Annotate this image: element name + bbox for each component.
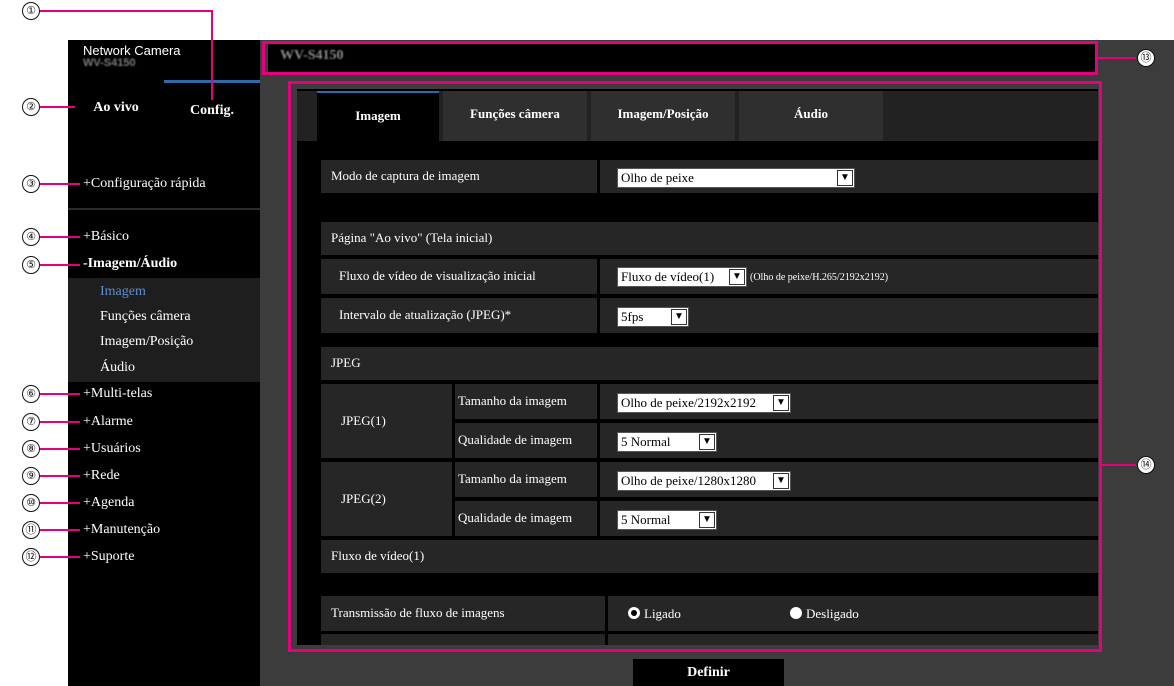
callout-2: ② bbox=[22, 98, 40, 116]
callout-4: ④ bbox=[22, 228, 40, 246]
set-button[interactable]: Definir bbox=[633, 659, 784, 686]
callout-line bbox=[40, 236, 80, 238]
callout-10: ⑩ bbox=[22, 494, 40, 512]
brand-model: WV-S4150 bbox=[83, 57, 136, 69]
callout-box-title bbox=[262, 41, 1098, 75]
callout-line bbox=[40, 264, 80, 266]
callout-3: ③ bbox=[22, 175, 40, 193]
callout-14: ⑭ bbox=[1137, 456, 1155, 474]
menu-quick-setup[interactable]: +Configuração rápida bbox=[83, 176, 206, 192]
callout-line bbox=[40, 556, 80, 558]
callout-line bbox=[40, 475, 80, 477]
submenu-imagem-posicao[interactable]: Imagem/Posição bbox=[100, 334, 193, 350]
menu-schedule[interactable]: +Agenda bbox=[83, 495, 134, 511]
callout-5: ⑤ bbox=[22, 256, 40, 274]
callout-1: ① bbox=[22, 2, 40, 20]
menu-separator bbox=[68, 208, 260, 210]
callout-line bbox=[40, 448, 80, 450]
callout-11: ⑪ bbox=[22, 521, 40, 539]
callout-line bbox=[40, 421, 80, 423]
callout-line bbox=[40, 10, 212, 12]
brand-name: Network Camera bbox=[83, 43, 181, 58]
callout-13: ⑬ bbox=[1137, 49, 1155, 67]
callout-line bbox=[40, 393, 80, 395]
callout-line bbox=[1102, 464, 1136, 466]
callout-12: ⑫ bbox=[22, 548, 40, 566]
callout-line bbox=[1098, 57, 1136, 59]
menu-maintenance[interactable]: +Manutenção bbox=[83, 522, 160, 538]
callout-line bbox=[40, 106, 75, 108]
tab-live[interactable]: Ao vivo bbox=[68, 80, 164, 136]
callout-6: ⑥ bbox=[22, 385, 40, 403]
menu-basic[interactable]: +Básico bbox=[83, 229, 129, 245]
callout-line bbox=[211, 10, 213, 100]
submenu-audio[interactable]: Áudio bbox=[100, 360, 135, 376]
menu-multi-screen[interactable]: +Multi-telas bbox=[83, 386, 152, 402]
menu-users[interactable]: +Usuários bbox=[83, 441, 141, 457]
callout-line bbox=[40, 183, 80, 185]
callout-line bbox=[40, 502, 80, 504]
callout-7: ⑦ bbox=[22, 413, 40, 431]
menu-network[interactable]: +Rede bbox=[83, 468, 120, 484]
submenu-panel bbox=[68, 278, 260, 382]
menu-alarm[interactable]: +Alarme bbox=[83, 414, 133, 430]
callout-line bbox=[40, 529, 80, 531]
callout-8: ⑧ bbox=[22, 440, 40, 458]
menu-support[interactable]: +Suporte bbox=[83, 549, 134, 565]
left-panel: Network Camera WV-S4150 Ao vivo Config. … bbox=[68, 40, 260, 686]
callout-9: ⑨ bbox=[22, 467, 40, 485]
submenu-funcoes-camera[interactable]: Funções câmera bbox=[100, 309, 191, 325]
submenu-imagem[interactable]: Imagem bbox=[100, 284, 146, 300]
callout-box-main bbox=[288, 81, 1102, 652]
menu-image-audio[interactable]: -Imagem/Áudio bbox=[83, 256, 177, 272]
